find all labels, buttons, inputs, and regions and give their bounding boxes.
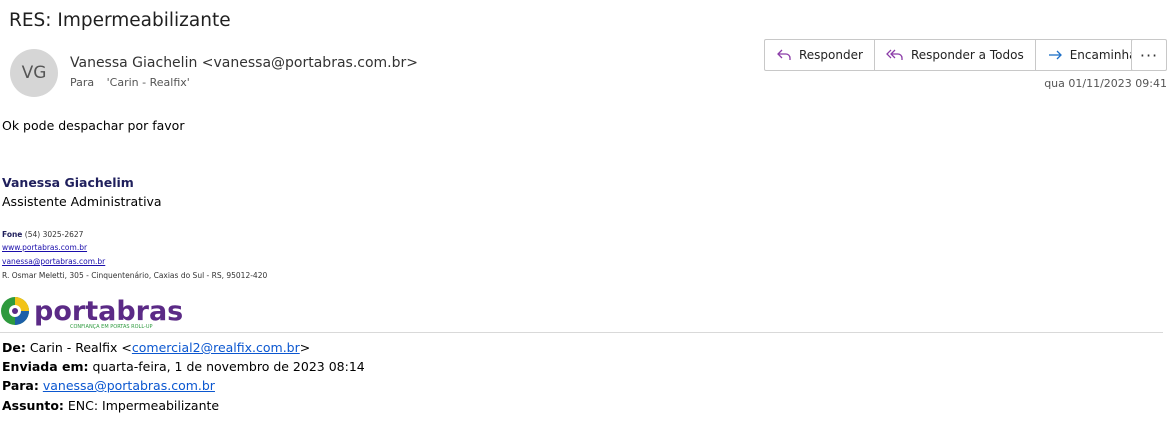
to-recipient[interactable]: 'Carin - Realfix' bbox=[107, 76, 190, 89]
from-close: > bbox=[299, 340, 311, 355]
more-icon: ··· bbox=[1139, 45, 1159, 65]
phone-number: (54) 3025-2627 bbox=[22, 230, 84, 239]
forwarded-sent: Enviada em: quarta-feira, 1 de novembro … bbox=[2, 359, 365, 374]
portabras-logo: portabras CONFIANÇA EM PORTAS ROLL-UP bbox=[1, 296, 183, 330]
received-date: qua 01/11/2023 09:41 bbox=[1044, 77, 1167, 90]
sent-value: quarta-feira, 1 de novembro de 2023 08:1… bbox=[88, 359, 365, 374]
logo-tagline: CONFIANÇA EM PORTAS ROLL-UP bbox=[70, 324, 153, 330]
message-actions: Responder Responder a Todos Encaminhar bbox=[764, 39, 1154, 71]
phone-label: Fone bbox=[2, 230, 23, 239]
signature-email-link[interactable]: vanessa@portabras.com.br bbox=[2, 257, 105, 266]
forwarded-to: Para: vanessa@portabras.com.br bbox=[2, 378, 215, 393]
more-actions-button[interactable]: ··· bbox=[1131, 39, 1167, 71]
forward-icon bbox=[1048, 50, 1062, 60]
signature-name: Vanessa Giachelim bbox=[2, 175, 134, 190]
reply-icon bbox=[777, 49, 791, 60]
email-subject: RES: Impermeabilizante bbox=[9, 10, 231, 31]
reply-all-icon bbox=[886, 49, 903, 60]
reply-label: Responder bbox=[799, 48, 863, 62]
avatar: VG bbox=[10, 49, 58, 97]
signature-website-link[interactable]: www.portabras.com.br bbox=[2, 243, 87, 252]
sent-label: Enviada em: bbox=[2, 359, 89, 374]
from-label: De: bbox=[2, 340, 26, 355]
signature-role: Assistente Administrativa bbox=[2, 194, 162, 209]
from-email-link[interactable]: comercial2@realfix.com.br bbox=[132, 340, 300, 355]
reply-all-label: Responder a Todos bbox=[910, 48, 1024, 62]
to-label-forwarded: Para: bbox=[2, 378, 39, 393]
reply-button[interactable]: Responder bbox=[765, 40, 875, 70]
to-email-link[interactable]: vanessa@portabras.com.br bbox=[43, 378, 215, 393]
recipient-line: Para 'Carin - Realfix' bbox=[70, 76, 190, 89]
reply-all-button[interactable]: Responder a Todos bbox=[875, 40, 1036, 70]
message-body: Ok pode despachar por favor bbox=[2, 118, 185, 133]
forward-separator bbox=[0, 332, 1163, 333]
signature-address: R. Osmar Meletti, 305 - Cinquentenário, … bbox=[2, 271, 268, 280]
signature-phone: Fone (54) 3025-2627 bbox=[2, 230, 83, 239]
avatar-initials: VG bbox=[21, 63, 47, 83]
logo-wordmark: portabras bbox=[34, 296, 183, 327]
forwarded-from: De: Carin - Realfix <comercial2@realfix.… bbox=[2, 340, 310, 355]
from-name: Carin - Realfix < bbox=[25, 340, 132, 355]
subject-label: Assunto: bbox=[2, 398, 64, 413]
sender-line[interactable]: Vanessa Giachelin <vanessa@portabras.com… bbox=[70, 55, 418, 71]
forwarded-subject: Assunto: ENC: Impermeabilizante bbox=[2, 398, 219, 413]
subject-value: ENC: Impermeabilizante bbox=[63, 398, 220, 413]
to-label: Para bbox=[70, 76, 95, 89]
